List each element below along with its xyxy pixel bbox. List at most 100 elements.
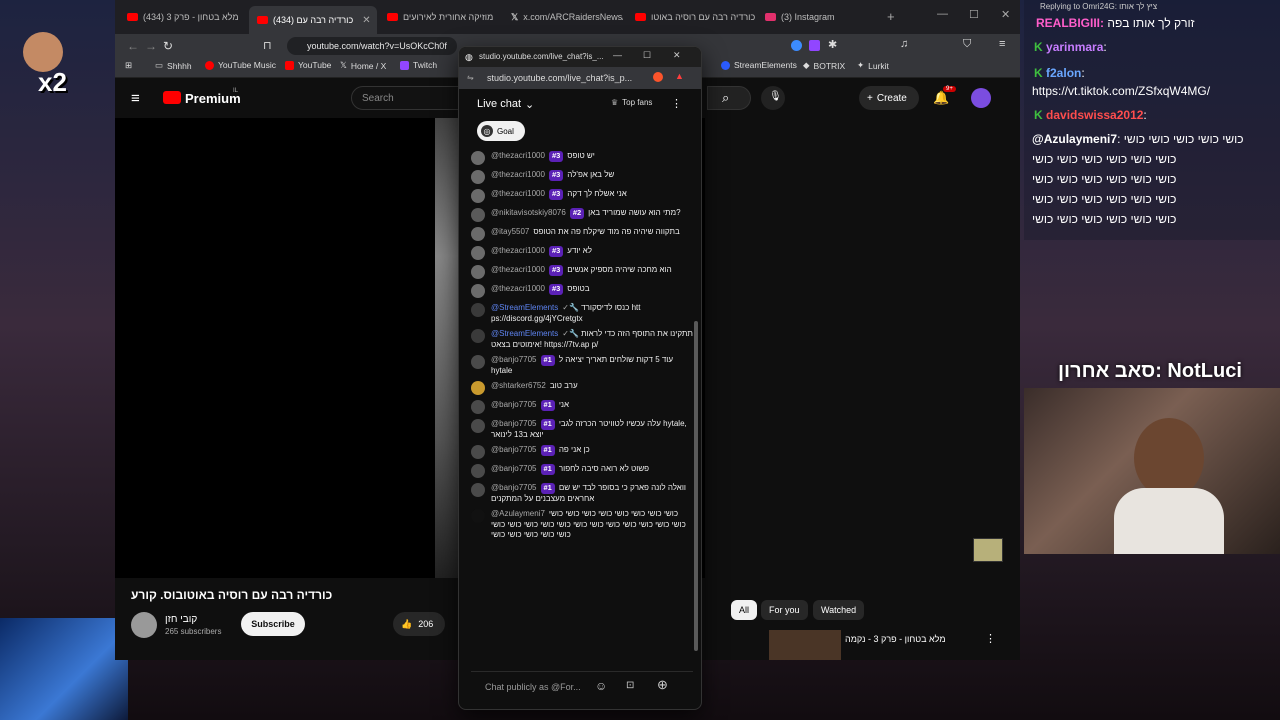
bookmark-lurkit[interactable]: ✦ Lurkit (857, 60, 889, 71)
chat-author[interactable]: @thezacri1000 (491, 189, 545, 198)
popup-minimize-button[interactable]: — (613, 50, 622, 60)
twitch-extension-icon[interactable] (809, 40, 820, 51)
live-chat-dropdown[interactable]: Live chat ⌄ (477, 98, 534, 111)
chat-author[interactable]: @StreamElements (491, 303, 558, 312)
chat-message[interactable]: @thezacri1000 #3 בטופס (471, 284, 693, 298)
chat-message[interactable]: @banjo7705 #1 אני (471, 400, 693, 414)
chat-message[interactable]: @Azulaymeni7 כושי כושי כושי כושי כושי כוש… (471, 509, 693, 541)
create-button[interactable]: + Create (859, 86, 919, 110)
popup-close-button[interactable]: ✕ (673, 50, 681, 61)
chat-avatar[interactable] (471, 189, 485, 203)
chat-author[interactable]: @thezacri1000 (491, 284, 545, 293)
chat-author[interactable]: @banjo7705 (491, 464, 537, 473)
reload-icon[interactable]: ↻ (163, 39, 173, 53)
chat-message[interactable]: @StreamElements ✓🔧 תתקינו את התוסף הזה כד… (471, 329, 693, 350)
chat-message[interactable]: @StreamElements ✓🔧 כנסו לדיסקורד htt ps:/… (471, 303, 693, 324)
close-tab-icon[interactable]: ✕ (362, 15, 370, 26)
extensions-icon[interactable]: ✱ (828, 38, 837, 51)
tab-1[interactable]: (434) מלא בטחון - פרק 3 (119, 6, 247, 28)
chat-message[interactable]: @itay5507 בתקווה שיהיה פה מוד שיקלח פה את… (471, 227, 693, 241)
chat-message[interactable]: @banjo7705 #1 וואלה לונה פארק כי בסופר לבד… (471, 483, 693, 504)
bookmark-x[interactable]: 𝕏 Home / X (340, 60, 386, 71)
chat-message[interactable]: @banjo7705 #1 עוד 5 דקות שולחים תאריך יציא… (471, 355, 693, 376)
chat-avatar[interactable] (471, 170, 485, 184)
media-icon[interactable]: ♫ (900, 38, 908, 50)
tab-6[interactable]: (3) Instagram (757, 6, 877, 28)
close-window-button[interactable]: ✕ (1001, 8, 1010, 21)
chat-message[interactable]: @banjo7705 #1 עלה עכשיו לטוויטר הכרזה לגבי… (471, 419, 693, 440)
chat-scrollbar[interactable] (693, 151, 699, 659)
account-avatar[interactable] (971, 88, 991, 108)
chat-avatar[interactable] (471, 227, 485, 241)
next-video-thumbnail[interactable] (769, 630, 841, 660)
chat-author[interactable]: @banjo7705 (491, 445, 537, 454)
chat-avatar[interactable] (471, 355, 485, 369)
chat-avatar[interactable] (471, 419, 485, 433)
bookmark-icon[interactable]: ⊓ (263, 39, 272, 52)
voice-search-button[interactable]: 🎙 (761, 86, 785, 110)
filter-chip-for-you[interactable]: For you (761, 600, 808, 620)
notifications-bell-icon[interactable]: 🔔 (933, 90, 949, 106)
chat-author[interactable]: @thezacri1000 (491, 170, 545, 179)
forward-icon[interactable]: → (145, 39, 157, 53)
chat-avatar[interactable] (471, 284, 485, 298)
chat-avatar[interactable] (471, 303, 485, 317)
hamburger-menu-icon[interactable]: ≡ (131, 90, 140, 107)
chat-message[interactable]: @banjo7705 #1 פשוט לא רואה סיבה לחפור (471, 464, 693, 478)
chat-avatar[interactable] (471, 509, 485, 523)
chat-avatar[interactable] (471, 381, 485, 395)
chat-avatar[interactable] (471, 151, 485, 165)
chat-avatar[interactable] (471, 208, 485, 222)
tab-4[interactable]: 𝕏x.com/ARCRaidersNews/st (503, 6, 623, 28)
chat-avatar[interactable] (471, 246, 485, 260)
like-button[interactable]: 👍 206 (393, 612, 445, 636)
chat-avatar[interactable] (471, 464, 485, 478)
subscribe-button[interactable]: Subscribe (241, 612, 305, 636)
filter-chip-all[interactable]: All (731, 600, 758, 620)
next-video-title[interactable]: מלא בטחון - פרק 3 - נקמה (845, 634, 946, 644)
new-tab-button[interactable]: + (887, 9, 895, 24)
goal-button[interactable]: ◎ Goal (477, 121, 525, 141)
emoji-icon[interactable]: ☺ (595, 679, 607, 693)
chat-author[interactable]: @nikitavisotskiy8076 (491, 208, 566, 217)
popup-url[interactable]: studio.youtube.com/live_chat?is_p... (487, 73, 632, 83)
site-info-icon[interactable]: ⇋ (467, 73, 474, 82)
bookmark-botrix[interactable]: ◆ BOTRIX (803, 60, 845, 71)
youtube-logo-icon[interactable] (163, 91, 181, 104)
scrollbar-thumb[interactable] (694, 321, 698, 651)
channel-avatar[interactable] (131, 612, 157, 638)
chat-message[interactable]: @thezacri1000 #3 של באן אפ'לה (471, 170, 693, 184)
super-chat-icon[interactable]: ⊡ (626, 680, 634, 691)
bookmark-youtube[interactable]: YouTube (285, 60, 331, 70)
top-fans-button[interactable]: ♛ Top fans (611, 98, 652, 107)
chat-message[interactable]: @thezacri1000 #3 אני אשלח לך דקה (471, 189, 693, 203)
bookmark-shhhh[interactable]: ▭ Shhhh (155, 60, 192, 71)
tab-2[interactable]: (434) כורדיה רבה עם ✕ (249, 6, 377, 34)
search-button[interactable]: ⌕ (707, 86, 751, 110)
chat-message-list[interactable]: @thezacri1000 #3 יש טופס @thezacri1000 #3 של … (471, 151, 693, 659)
chat-author[interactable]: @itay5507 (491, 227, 529, 236)
back-icon[interactable]: ← (127, 39, 139, 53)
chat-author[interactable]: @banjo7705 (491, 400, 537, 409)
maximize-button[interactable]: ☐ (969, 8, 979, 21)
chat-message[interactable]: @shtarker6752 ערב טוב (471, 381, 693, 395)
chat-avatar[interactable] (471, 265, 485, 279)
chat-input[interactable]: Chat publicly as @For... (485, 682, 581, 692)
url-field[interactable]: youtube.com/watch?v=UsOKcCh0f (287, 37, 457, 55)
popup-more-icon[interactable]: ⋮ (671, 97, 682, 110)
shield-icon[interactable]: ⛉ (963, 38, 971, 51)
menu-icon[interactable]: ≡ (999, 38, 1005, 50)
chat-author[interactable]: @thezacri1000 (491, 265, 545, 274)
chat-author[interactable]: @shtarker6752 (491, 381, 546, 390)
brave-icon[interactable] (653, 72, 663, 82)
chat-author[interactable]: @banjo7705 (491, 483, 537, 492)
minimize-button[interactable]: — (937, 8, 948, 20)
tab-3[interactable]: מוזיקה אחורית לאירועים (379, 6, 499, 28)
filter-chip-watched[interactable]: Watched (813, 600, 865, 620)
chat-avatar[interactable] (471, 329, 485, 343)
chat-author[interactable]: @thezacri1000 (491, 151, 545, 160)
tab-5[interactable]: כורדיה רבה עם רוסיה באוטו (627, 6, 755, 28)
search-input[interactable]: Search (351, 86, 461, 110)
chat-message[interactable]: @thezacri1000 #3 יש טופס (471, 151, 693, 165)
chat-avatar[interactable] (471, 445, 485, 459)
